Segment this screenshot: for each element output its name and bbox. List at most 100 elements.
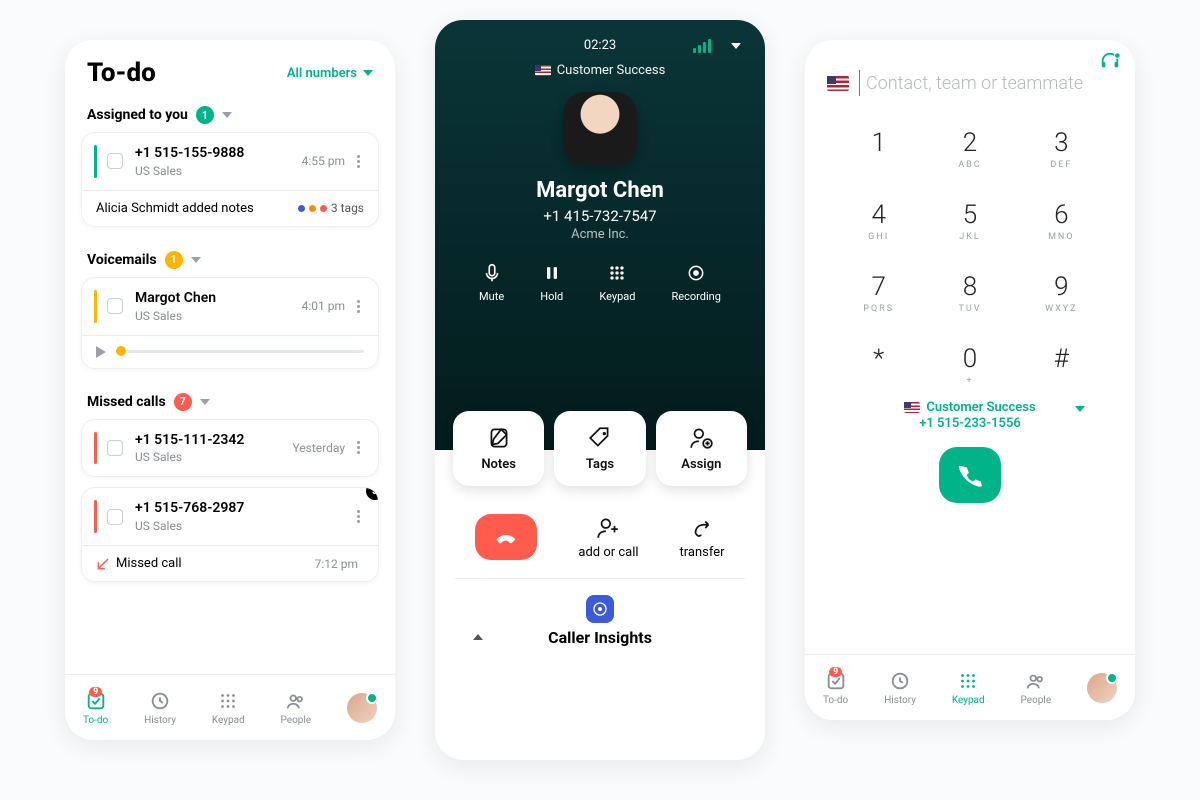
tag-summary[interactable]: 3 tags	[298, 201, 364, 215]
dial-input[interactable]	[859, 70, 1113, 96]
key-8[interactable]: 8TUV	[924, 272, 1015, 314]
add-call-button[interactable]: add or call	[578, 515, 638, 560]
checkbox[interactable]	[107, 509, 123, 525]
insights-badge-icon	[586, 595, 614, 623]
flag-icon[interactable]	[827, 76, 849, 91]
tab-label: People	[1021, 695, 1052, 706]
item-time: 4:55 pm	[302, 154, 345, 168]
section-label: Missed calls	[87, 394, 166, 410]
section-voicemails[interactable]: Voicemails 1	[65, 237, 395, 277]
tags-button[interactable]: Tags	[554, 411, 645, 486]
bottom-tab-bar: 9 To-do History Keypad People	[65, 674, 395, 740]
key-3[interactable]: 3DEF	[1016, 128, 1107, 170]
tab-todo[interactable]: 9 To-do	[83, 690, 108, 726]
missed-item[interactable]: +1 515-111-2342 US Sales Yesterday	[81, 419, 379, 478]
todo-badge: 9	[829, 667, 842, 677]
keypad-button[interactable]: Keypad	[599, 262, 635, 303]
tag-count: 3 tags	[331, 201, 364, 215]
more-menu-button[interactable]	[351, 437, 366, 458]
tab-history[interactable]: History	[144, 690, 176, 726]
mute-button[interactable]: Mute	[479, 262, 504, 303]
tab-profile[interactable]	[347, 693, 377, 723]
avatar	[1087, 673, 1117, 703]
caller-insights-panel[interactable]: Caller Insights	[455, 609, 745, 665]
keypad-icon	[957, 670, 979, 692]
key-2[interactable]: 2ABC	[924, 128, 1015, 170]
tab-profile[interactable]	[1087, 673, 1117, 703]
section-assigned[interactable]: Assigned to you 1	[65, 92, 395, 132]
chevron-up-icon	[473, 634, 483, 640]
assign-icon	[688, 425, 714, 451]
tab-label: People	[281, 715, 312, 726]
team-label: Customer Success	[557, 63, 666, 78]
history-icon	[149, 690, 171, 712]
key-5[interactable]: 5JKL	[924, 200, 1015, 242]
key-0[interactable]: 0+	[924, 344, 1015, 386]
tab-label: Keypad	[212, 715, 245, 726]
tab-todo[interactable]: 9 To-do	[823, 670, 848, 706]
missed-call-icon	[96, 557, 110, 571]
tab-keypad[interactable]: Keypad	[952, 670, 985, 706]
filter-label: All numbers	[287, 66, 357, 81]
dial-button[interactable]	[939, 447, 1001, 503]
assigned-item[interactable]: +1 515-155-9888 US Sales 4:55 pm Alicia …	[81, 132, 379, 227]
control-label: Keypad	[599, 290, 635, 303]
note-summary: Alicia Schmidt added notes	[96, 201, 254, 216]
flag-icon	[904, 402, 920, 413]
chevron-down-icon	[191, 257, 201, 263]
more-menu-button[interactable]	[351, 506, 366, 527]
number-filter-dropdown[interactable]: All numbers	[287, 66, 373, 81]
item-time: 4:01 pm	[302, 299, 345, 313]
key-6[interactable]: 6MNO	[1016, 200, 1107, 242]
keypad-grid: 1 2ABC 3DEF 4GHI 5JKL 6MNO 7PQRS 8TUV 9W…	[805, 110, 1135, 394]
assign-button[interactable]: Assign	[656, 411, 747, 486]
insights-label: Caller Insights	[548, 628, 652, 647]
count-badge: 1	[165, 251, 183, 269]
mic-icon	[481, 262, 503, 284]
key-9[interactable]: 9WXYZ	[1016, 272, 1107, 314]
play-button[interactable]	[96, 346, 106, 358]
minimize-button[interactable]	[731, 43, 741, 49]
missed-item[interactable]: 3 +1 515-768-2987 US Sales Missed call 7…	[81, 487, 379, 582]
flag-icon	[535, 65, 551, 76]
tab-label: Keypad	[952, 695, 985, 706]
chevron-down-icon	[200, 399, 210, 405]
more-menu-button[interactable]	[351, 296, 366, 317]
key-7[interactable]: 7PQRS	[833, 272, 924, 314]
end-call-button[interactable]	[475, 514, 537, 560]
notes-icon	[486, 425, 512, 451]
section-missed[interactable]: Missed calls 7	[65, 379, 395, 419]
tab-people[interactable]: People	[281, 690, 312, 726]
item-name: Margot Chen	[135, 290, 302, 307]
tab-history[interactable]: History	[884, 670, 916, 706]
tab-label: To-do	[83, 715, 108, 726]
checkbox[interactable]	[107, 440, 123, 456]
tab-people[interactable]: People	[1021, 670, 1052, 706]
event-time: 7:12 pm	[315, 557, 358, 571]
status-stripe	[94, 432, 97, 465]
hold-button[interactable]: Hold	[540, 262, 563, 303]
recording-button[interactable]: Recording	[672, 262, 721, 303]
key-star[interactable]: *	[833, 344, 924, 386]
transfer-button[interactable]: transfer	[680, 515, 725, 560]
caller-company: Acme Inc.	[455, 227, 745, 242]
key-1[interactable]: 1	[833, 128, 924, 170]
control-label: Recording	[672, 290, 721, 303]
more-menu-button[interactable]	[351, 151, 366, 172]
bottom-tab-bar: 9 To-do History Keypad People	[805, 654, 1135, 720]
transfer-icon	[689, 515, 715, 541]
history-icon	[889, 670, 911, 692]
checkbox[interactable]	[107, 298, 123, 314]
tab-keypad[interactable]: Keypad	[212, 690, 245, 726]
checkbox[interactable]	[107, 153, 123, 169]
record-icon	[685, 262, 707, 284]
item-phone: +1 515-111-2342	[135, 432, 292, 449]
audio-scrubber[interactable]	[116, 350, 364, 353]
voicemail-item[interactable]: Margot Chen US Sales 4:01 pm	[81, 277, 379, 369]
section-label: Assigned to you	[87, 107, 188, 123]
key-4[interactable]: 4GHI	[833, 200, 924, 242]
notes-button[interactable]: Notes	[453, 411, 544, 486]
outgoing-line-selector[interactable]: Customer Success +1 515-233-1556	[805, 400, 1135, 431]
key-hash[interactable]: #	[1016, 344, 1107, 386]
control-label: Hold	[540, 290, 563, 303]
